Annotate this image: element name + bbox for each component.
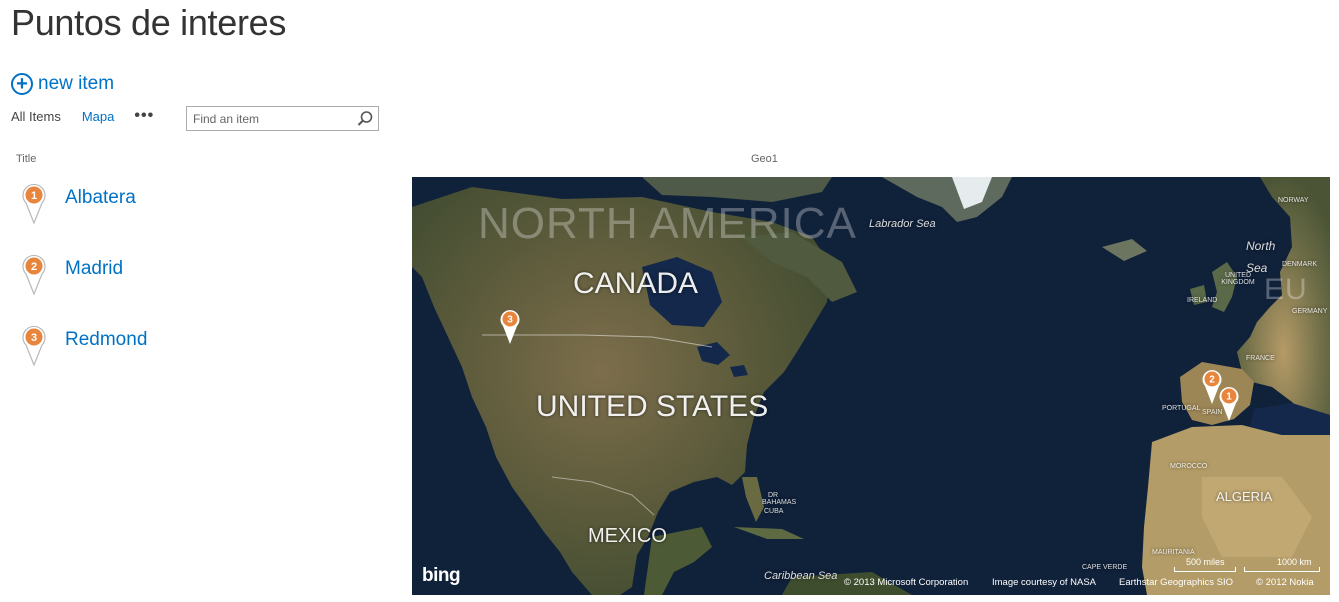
- pin-number: 1: [31, 190, 37, 202]
- map-label-denmark: DENMARK: [1282, 261, 1318, 268]
- column-header-geo[interactable]: Geo1: [751, 153, 778, 165]
- map-label-morocco: MOROCCO: [1170, 463, 1208, 470]
- search-box: [186, 106, 379, 131]
- map-marker-1[interactable]: 1: [1216, 385, 1242, 423]
- attribution-nasa: Image courtesy of NASA: [992, 577, 1097, 588]
- map-label-france: FRANCE: [1246, 355, 1275, 362]
- page-title: Puntos de interes: [11, 2, 287, 43]
- item-title-link[interactable]: Albatera: [65, 187, 136, 209]
- map-label-dr: DR: [768, 492, 779, 499]
- new-item-button[interactable]: + new item: [11, 73, 114, 95]
- map-marker-3[interactable]: 3: [497, 308, 523, 346]
- view-all-items[interactable]: All Items: [11, 109, 61, 124]
- list-item: 1 Albatera: [18, 181, 147, 252]
- map-label-germany: GERMANY: [1292, 308, 1328, 315]
- map-label-united-kingdom: UNITED KINGDOM: [1221, 272, 1255, 286]
- scale-miles-label: 500 miles: [1186, 557, 1225, 567]
- scale-km-label: 1000 km: [1277, 557, 1312, 567]
- list-item: 3 Redmond: [18, 323, 147, 394]
- item-title-link[interactable]: Madrid: [65, 258, 123, 280]
- bing-logo: bing: [422, 565, 461, 586]
- scale-bar-miles: [1174, 567, 1236, 572]
- marker-number: 2: [1209, 375, 1215, 386]
- new-item-label: new item: [38, 73, 115, 94]
- map-label-caribbean-sea: Caribbean Sea: [764, 570, 838, 582]
- map-pin-icon: 2: [22, 254, 46, 296]
- search-icon[interactable]: [355, 109, 375, 129]
- map-label-ireland: IRELAND: [1187, 297, 1218, 304]
- map-label-portugal: PORTUGAL: [1162, 405, 1201, 412]
- view-selector: All Items Mapa •••: [11, 108, 154, 124]
- item-title-link[interactable]: Redmond: [65, 329, 147, 351]
- map-label-north-america: NORTH AMERICA: [478, 199, 857, 248]
- attribution-earthstar: Earthstar Geographics SIO: [1119, 577, 1234, 588]
- pin-number: 3: [31, 332, 37, 344]
- map-label-algeria: ALGERIA: [1216, 489, 1273, 504]
- map-label-canada: CANADA: [573, 267, 699, 300]
- map-view[interactable]: NORTH AMERICA EU CANADA UNITED STATES ME…: [412, 177, 1330, 595]
- column-header-title[interactable]: Title: [16, 153, 36, 165]
- view-map[interactable]: Mapa: [82, 109, 115, 124]
- attribution-nokia: © 2012 Nokia: [1256, 577, 1314, 588]
- map-label-united-states: UNITED STATES: [536, 390, 769, 423]
- map-label-mexico: MEXICO: [588, 525, 667, 547]
- list-item: 2 Madrid: [18, 252, 147, 323]
- map-pin-icon: 3: [22, 325, 46, 367]
- marker-number: 3: [507, 315, 513, 326]
- map-label-labrador-sea: Labrador Sea: [869, 218, 936, 230]
- scale-bar-km: [1244, 567, 1320, 572]
- map-label-bahamas: BAHAMAS: [762, 499, 797, 506]
- search-input[interactable]: [187, 111, 353, 126]
- map-label-norway: NORWAY: [1278, 197, 1309, 204]
- map-pin-icon: 1: [22, 183, 46, 225]
- map-label-cape-verde: CAPE VERDE: [1082, 564, 1128, 571]
- marker-number: 1: [1226, 392, 1232, 403]
- map-label-mauritania: MAURITANIA: [1152, 549, 1195, 556]
- pin-number: 2: [31, 261, 37, 273]
- item-list: 1 Albatera 2 Madrid 3 Redmond: [18, 181, 147, 394]
- more-views-icon[interactable]: •••: [134, 108, 154, 124]
- map-label-cuba: CUBA: [764, 508, 784, 515]
- add-circle-icon: +: [11, 73, 33, 95]
- attribution-microsoft: © 2013 Microsoft Corporation: [844, 577, 969, 588]
